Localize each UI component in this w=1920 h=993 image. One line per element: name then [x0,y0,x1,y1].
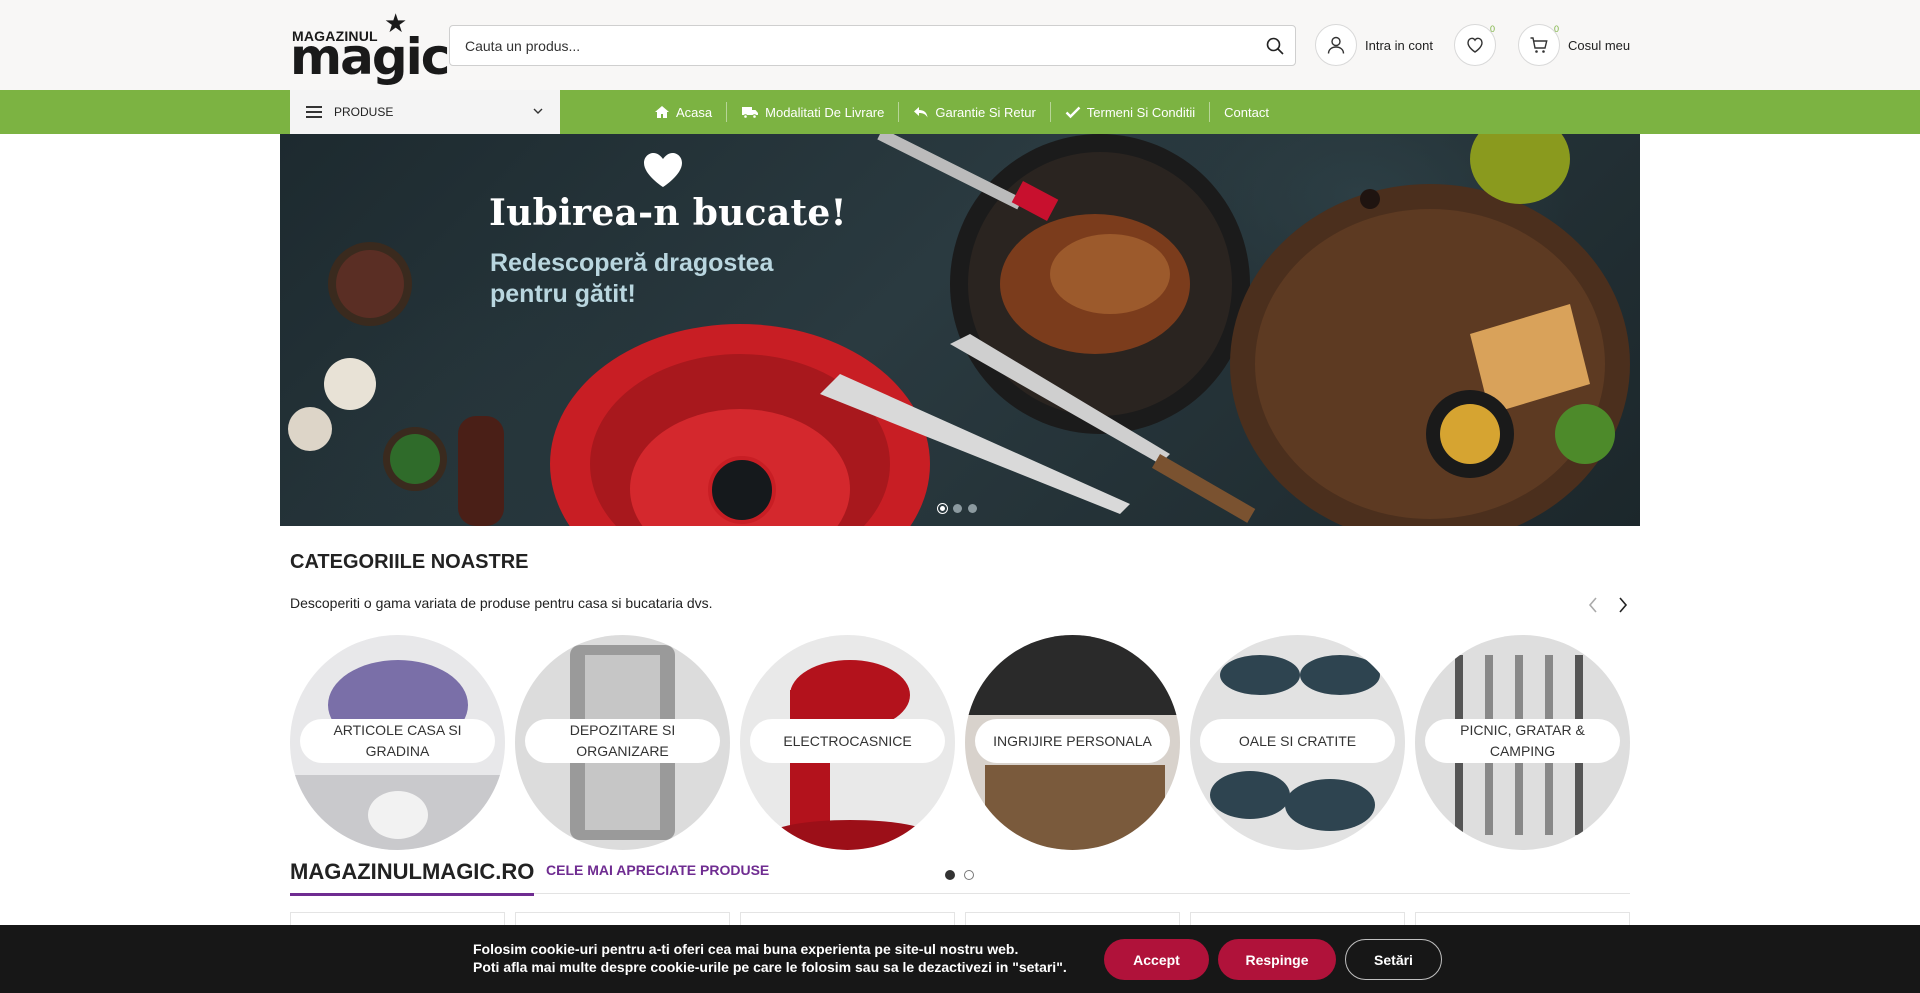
category-label: INGRIJIRE PERSONALA [975,719,1170,763]
category-card[interactable]: INGRIJIRE PERSONALA [965,635,1180,850]
tab-cele-mai-apreciate[interactable]: CELE MAI APRECIATE PRODUSE [546,862,769,878]
nav-item-label: Termeni Si Conditii [1086,104,1196,120]
category-label: OALE SI CRATITE [1200,719,1395,763]
nav-item-label: Contact [1224,104,1269,120]
category-label: PICNIC, GRATAR & CAMPING [1425,719,1620,763]
site-header: ★ MAGAZINUL magic Intra in cont 0 [0,0,1920,90]
wishlist-count: 0 [1490,24,1496,34]
category-card[interactable]: ELECTROCASNICE [740,635,955,850]
cart-icon [1530,37,1548,53]
chevron-right-icon[interactable] [1617,596,1629,614]
nav-item-garantie[interactable]: Garantie Si Retur [898,102,1049,122]
nav-links: Acasa Modalitati De Livrare Garantie Si … [640,90,1283,134]
hamburger-icon [306,106,322,118]
cookie-message-line: Poti afla mai multe despre cookie-urile … [473,959,1067,975]
cookie-banner: Folosim cookie-uri pentru a-ti oferi cea… [0,925,1920,993]
nav-item-livrare[interactable]: Modalitati De Livrare [726,102,898,122]
nav-item-label: Modalitati De Livrare [765,104,885,120]
categories-arrows [1587,596,1629,614]
categories-title: CATEGORIILE NOASTRE [290,551,529,573]
hero-pagination [937,503,977,514]
nav-item-label: Garantie Si Retur [935,104,1036,120]
category-card[interactable]: PICNIC, GRATAR & CAMPING [1415,635,1630,850]
page: ★ MAGAZINUL magic Intra in cont 0 [0,0,1920,993]
logo-main-text: magic [290,28,450,86]
cart-label[interactable]: Cosul meu [1568,38,1630,53]
category-card[interactable]: OALE SI CRATITE [1190,635,1405,850]
cookie-settings-button[interactable]: Setări [1345,939,1442,980]
hero-dot[interactable] [968,504,977,513]
products-menu-toggle[interactable]: PRODUSE [290,90,560,134]
chevron-left-icon[interactable] [1587,596,1599,614]
category-label: ELECTROCASNICE [750,719,945,763]
heart-logo-icon [644,153,682,187]
hero-dot[interactable] [953,504,962,513]
hero-title: Iubirea-n bucate! [489,192,847,234]
truck-icon [742,107,759,119]
hero-food-illustration [288,134,1630,526]
heart-icon [1467,37,1483,53]
hero-dot[interactable] [937,503,948,514]
home-icon [655,106,669,118]
user-icon [1327,36,1345,54]
account-button[interactable] [1315,24,1357,66]
check-icon [1065,106,1081,119]
cookie-message: Folosim cookie-uri pentru a-ti oferi cea… [473,940,1067,976]
search-box [449,25,1296,66]
site-logo[interactable]: ★ MAGAZINUL magic [290,8,450,82]
products-menu-label: PRODUSE [334,105,394,119]
category-label: ARTICOLE CASA SI GRADINA [300,719,495,763]
main-navigation: PRODUSE Acasa Modalitati De Livrare Gara… [0,90,1920,134]
category-label: DEPOZITARE SI ORGANIZARE [525,719,720,763]
category-page-dot[interactable] [945,870,955,880]
cookie-reject-button[interactable]: Respinge [1218,939,1336,980]
category-card[interactable]: ARTICOLE CASA SI GRADINA [290,635,505,850]
categories-pagination [945,870,974,880]
cart-count: 0 [1554,24,1560,34]
cookie-message-line: Folosim cookie-uri pentru a-ti oferi cea… [473,941,1019,957]
category-card[interactable]: DEPOZITARE SI ORGANIZARE [515,635,730,850]
reply-icon [914,107,928,118]
hero-subtitle: Redescoperă dragostea pentru gătit! [490,249,774,308]
category-page-dot[interactable] [964,870,974,880]
search-input[interactable] [450,26,1230,65]
nav-item-contact[interactable]: Contact [1209,102,1283,122]
hero-banner[interactable]: Iubirea-n bucate! Redescoperă dragostea … [280,134,1640,526]
categories-description: Descoperiti o gama variata de produse pe… [290,595,713,611]
cookie-accept-button[interactable]: Accept [1104,939,1209,980]
chevron-down-icon [533,108,543,114]
search-icon[interactable] [1265,36,1285,56]
account-label[interactable]: Intra in cont [1365,38,1433,53]
nav-item-acasa[interactable]: Acasa [640,102,726,122]
tab-magazinulmagic[interactable]: MAGAZINULMAGIC.RO [290,859,535,896]
nav-item-termeni[interactable]: Termeni Si Conditii [1049,102,1209,122]
nav-item-label: Acasa [676,104,713,120]
